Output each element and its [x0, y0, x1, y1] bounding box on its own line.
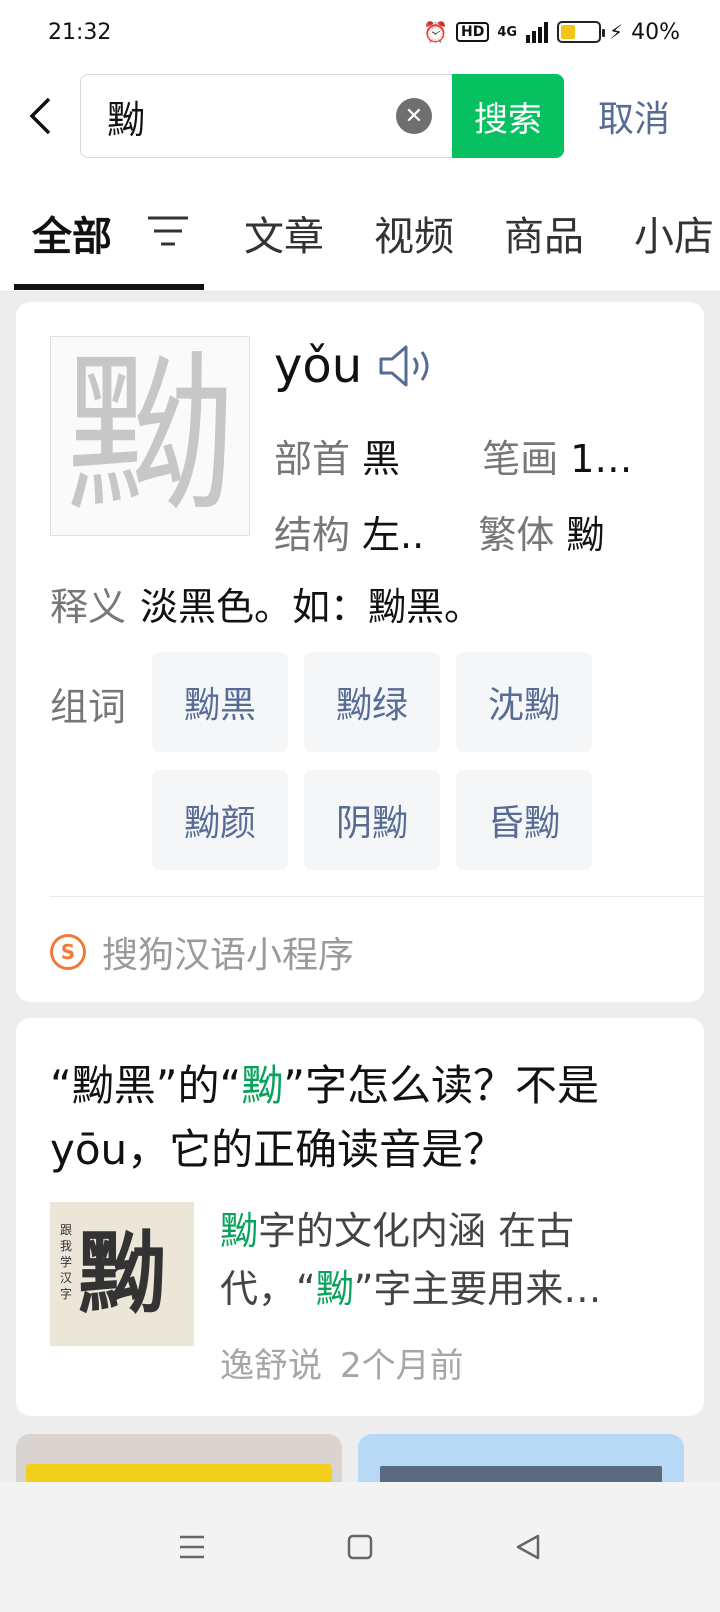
- snippet-line: 黝字的文化内涵 在古: [220, 1202, 660, 1260]
- pinyin-row: yǒu: [274, 338, 436, 394]
- back-button[interactable]: [0, 96, 80, 136]
- character-stroke-image: 黝: [50, 336, 250, 536]
- close-icon: ✕: [404, 103, 424, 129]
- tab-all[interactable]: 全部: [32, 204, 112, 262]
- article-author: 逸舒说: [220, 1346, 322, 1386]
- home-square-icon: [347, 1534, 373, 1560]
- divider: [50, 896, 704, 897]
- character-glyph: 黝: [64, 337, 235, 535]
- tab-articles[interactable]: 文章: [244, 204, 324, 262]
- menu-icon: [180, 1535, 204, 1559]
- article-meta: 逸舒说 2个月前: [220, 1338, 464, 1387]
- word-chip[interactable]: 昏黝: [456, 770, 592, 870]
- battery-fill: [561, 25, 576, 39]
- alarm-icon: ⏰: [423, 20, 448, 44]
- network-label: 4G: [497, 24, 518, 40]
- article-title: “黝黑”的“黝”字怎么读？不是yōu，它的正确读音是？: [50, 1054, 670, 1182]
- snippet-line: 代，“黝”字主要用来…: [220, 1260, 660, 1318]
- back-nav-button[interactable]: [508, 1527, 548, 1567]
- definition-label: 释义: [50, 585, 127, 629]
- structure-traditional-row: 结构 左.. 繁体黝: [274, 504, 604, 559]
- snippet-text: 代，“: [220, 1267, 316, 1311]
- active-tab-indicator: [14, 284, 204, 290]
- thumbnail-character: 黝: [77, 1222, 166, 1325]
- radical-strokes-row: 部首黑 笔画 1…: [274, 428, 632, 483]
- radical-label: 部首: [274, 437, 351, 481]
- source-link[interactable]: S 搜狗汉语小程序: [50, 926, 354, 978]
- hd-icon: HD: [455, 22, 490, 42]
- charging-icon: ⚡: [609, 20, 624, 44]
- snippet-text: 字的文化内涵 在古: [258, 1209, 575, 1253]
- strokes-value: 1…: [570, 437, 633, 481]
- home-button[interactable]: [340, 1527, 380, 1567]
- tab-videos[interactable]: 视频: [374, 204, 454, 262]
- clear-search-button[interactable]: ✕: [396, 98, 432, 134]
- source-name: 搜狗汉语小程序: [102, 935, 355, 976]
- battery-icon: [557, 21, 606, 43]
- snippet-text: ”字主要用来…: [353, 1267, 602, 1311]
- title-part: “黝黑”的“: [50, 1061, 242, 1110]
- status-time: 21:32: [48, 19, 112, 45]
- status-icons: ⏰ HD 4G ⚡ 40%: [423, 20, 680, 45]
- structure-value: 左..: [362, 513, 425, 557]
- word-chip[interactable]: 沈黝: [456, 652, 592, 752]
- tab-products[interactable]: 商品: [504, 204, 584, 262]
- thumbnail-caption: 跟我学汉字: [60, 1223, 73, 1301]
- title-highlight: 黝: [241, 1061, 284, 1110]
- word-chip[interactable]: 阴黝: [304, 770, 440, 870]
- words-label: 组词: [50, 685, 127, 729]
- traditional-value: 黝: [566, 513, 605, 557]
- radical-value: 黑: [362, 437, 401, 481]
- strokes-label: 笔画: [482, 437, 559, 481]
- status-bar: 21:32 ⏰ HD 4G ⚡ 40%: [0, 0, 720, 64]
- sogou-logo-icon: S: [50, 934, 86, 970]
- search-button[interactable]: 搜索: [452, 74, 564, 158]
- signal-icon: [526, 22, 549, 43]
- article-time: 2个月前: [340, 1346, 464, 1386]
- battery-percent: 40%: [631, 19, 680, 45]
- snippet-highlight: 黝: [315, 1267, 354, 1311]
- definition-row: 释义 淡黑色。如：黝黑。: [50, 576, 482, 631]
- pinyin: yǒu: [274, 338, 363, 394]
- traditional-label: 繁体: [478, 513, 555, 557]
- system-nav-bar: [0, 1482, 720, 1612]
- structure-label: 结构: [274, 513, 351, 557]
- category-tabs: 全部 文章 视频 商品 小店: [0, 168, 720, 292]
- search-header: 黝 ✕ 搜索 取消: [0, 64, 720, 168]
- article-snippet: 黝字的文化内涵 在古 代，“黝”字主要用来…: [220, 1202, 660, 1318]
- chevron-left-icon: [29, 97, 51, 135]
- triangle-back-icon: [516, 1534, 540, 1560]
- tab-shops[interactable]: 小店: [634, 204, 714, 262]
- article-thumbnail: 跟我学汉字 黝: [50, 1202, 194, 1346]
- menu-button[interactable]: [172, 1527, 212, 1567]
- definition-value: 淡黑色。如：黝黑。: [140, 585, 483, 629]
- speaker-icon[interactable]: [378, 343, 436, 389]
- cancel-button[interactable]: 取消: [598, 90, 670, 142]
- filter-icon[interactable]: [146, 214, 190, 248]
- search-input[interactable]: 黝 ✕: [80, 74, 452, 158]
- word-chip[interactable]: 黝黑: [152, 652, 288, 752]
- word-chip[interactable]: 黝绿: [304, 652, 440, 752]
- word-chip[interactable]: 黝颜: [152, 770, 288, 870]
- search-query: 黝: [107, 97, 146, 142]
- dictionary-card[interactable]: 黝 yǒu 部首黑 笔画 1… 结构 左.. 繁体黝 释义 淡黑色。如：黝黑。 组词 …: [16, 302, 704, 1002]
- article-card[interactable]: “黝黑”的“黝”字怎么读？不是yōu，它的正确读音是？ 跟我学汉字 黝 黝字的文…: [16, 1018, 704, 1416]
- snippet-highlight: 黝: [220, 1209, 259, 1253]
